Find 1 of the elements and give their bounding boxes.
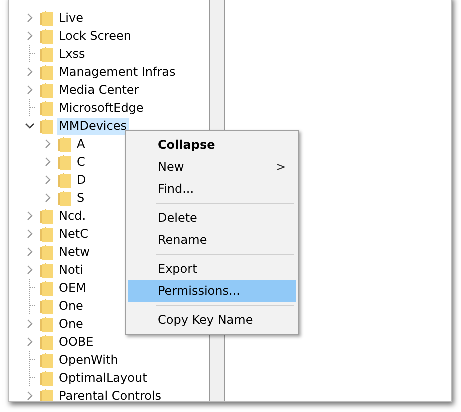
submenu-arrow: > [276,159,286,176]
